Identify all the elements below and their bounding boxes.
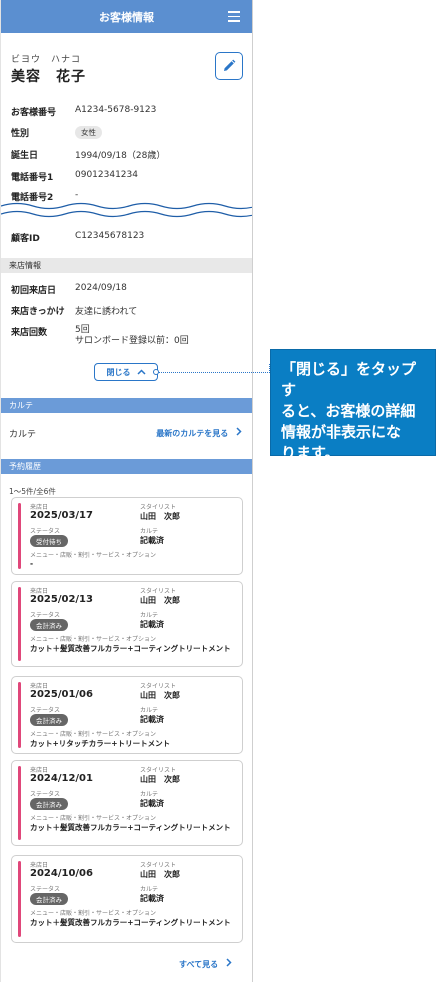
status-badge: 会計済み: [30, 619, 68, 631]
card-accent: [18, 766, 21, 840]
karte-label: カルテ: [9, 429, 37, 440]
card-karte: 記載済: [140, 799, 164, 808]
callout-connector-line: [157, 372, 270, 374]
customer-kana: ビヨウ ハナコ: [11, 55, 82, 65]
reservation-card[interactable]: 来店日 2024/12/01 スタイリスト 山田 次郎 ステータス 会計済み カ…: [11, 760, 243, 846]
customer-name: 美容 花子: [11, 69, 86, 85]
reservation-card[interactable]: 来店日 2025/02/13 スタイリスト 山田 次郎 ステータス 会計済み カ…: [11, 581, 243, 667]
phone-screen: お客様情報 ビヨウ ハナコ 美容 花子 お客様番号 A1234-5678-912…: [0, 0, 253, 982]
info-row-visit-trigger: 来店きっかけ 友達に誘われて: [11, 307, 138, 317]
card-date: 2024/12/01: [30, 773, 93, 784]
karte-row: カルテ 最新のカルテを見る: [1, 418, 252, 448]
card-karte: 記載済: [140, 620, 164, 629]
page-title: お客様情報: [99, 10, 154, 24]
close-button[interactable]: 閉じる: [94, 363, 158, 381]
info-row-customer-id: 顧客ID C12345678123: [11, 231, 145, 244]
card-date: 2025/01/06: [30, 689, 93, 700]
callout-box: 「閉じる」をタップす ると、お客様の詳細 情報が非表示にな ります。: [270, 349, 436, 462]
card-stylist: 山田 次郎: [140, 512, 180, 521]
gender-badge: 女性: [75, 126, 102, 139]
latest-karte-link[interactable]: 最新のカルテを見る: [156, 427, 242, 439]
card-menu: -: [30, 559, 34, 568]
status-badge: 会計済み: [30, 714, 68, 726]
chevron-up-icon: [136, 369, 146, 375]
info-row-customer-number: お客様番号 A1234-5678-9123: [11, 105, 157, 118]
card-stylist: 山田 次郎: [140, 596, 180, 605]
card-menu: カット＋髪質改善フルカラー+コーティングトリートメント: [30, 918, 231, 927]
reservation-card[interactable]: 来店日 2025/03/17 スタイリスト 山田 次郎 ステータス 受付待ち カ…: [11, 497, 243, 575]
card-menu: カット＋髪質改善フルカラー+コーティングトリートメント: [30, 644, 231, 653]
card-date: 2025/02/13: [30, 594, 93, 605]
info-row-visit-count: 来店回数 5回 サロンボード登録以前：0回: [11, 325, 189, 346]
card-menu: カット＋髪質改善フルカラー+コーティングトリートメント: [30, 823, 231, 832]
card-stylist: 山田 次郎: [140, 691, 180, 700]
card-karte: 記載済: [140, 894, 164, 903]
card-date: 2025/03/17: [30, 510, 93, 521]
card-accent: [18, 587, 21, 661]
info-row-gender: 性別 女性: [11, 126, 246, 139]
visit-info-header: 来店情報: [1, 258, 252, 273]
status-badge: 会計済み: [30, 798, 68, 810]
card-karte: 記載済: [140, 536, 164, 545]
card-accent: [18, 682, 21, 748]
callout-connector-dot: [153, 369, 159, 375]
karte-section-header: カルテ: [1, 398, 252, 413]
hamburger-menu-icon[interactable]: [228, 11, 240, 22]
info-row-first-visit: 初回来店日 2024/09/18: [11, 283, 127, 296]
reservation-history-header: 予約履歴: [1, 459, 252, 474]
card-accent: [18, 503, 21, 569]
info-row-birthday: 誕生日 1994/09/18（28歳）: [11, 151, 166, 161]
card-date: 2024/10/06: [30, 868, 93, 879]
card-karte: 記載済: [140, 715, 164, 724]
info-row-phone1: 電話番号1 09012341234: [11, 170, 138, 183]
wave-divider: [1, 202, 252, 218]
edit-button[interactable]: [215, 52, 243, 80]
reservation-card[interactable]: 来店日 2025/01/06 スタイリスト 山田 次郎 ステータス 会計済み カ…: [11, 676, 243, 754]
card-menu: カット+リタッチカラー+トリートメント: [30, 739, 171, 748]
card-stylist: 山田 次郎: [140, 775, 180, 784]
status-badge: 受付待ち: [30, 535, 68, 547]
app-header: お客様情報: [1, 0, 252, 33]
status-badge: 会計済み: [30, 893, 68, 905]
see-all-link[interactable]: すべて見る: [179, 958, 232, 970]
chevron-right-icon: [226, 958, 232, 967]
reservation-count: 1〜5件/全6件: [9, 487, 56, 496]
chevron-right-icon: [236, 427, 242, 436]
card-stylist: 山田 次郎: [140, 870, 180, 879]
reservation-card[interactable]: 来店日 2024/10/06 スタイリスト 山田 次郎 ステータス 会計済み カ…: [11, 855, 243, 943]
pencil-icon: [224, 59, 236, 71]
card-accent: [18, 861, 21, 937]
